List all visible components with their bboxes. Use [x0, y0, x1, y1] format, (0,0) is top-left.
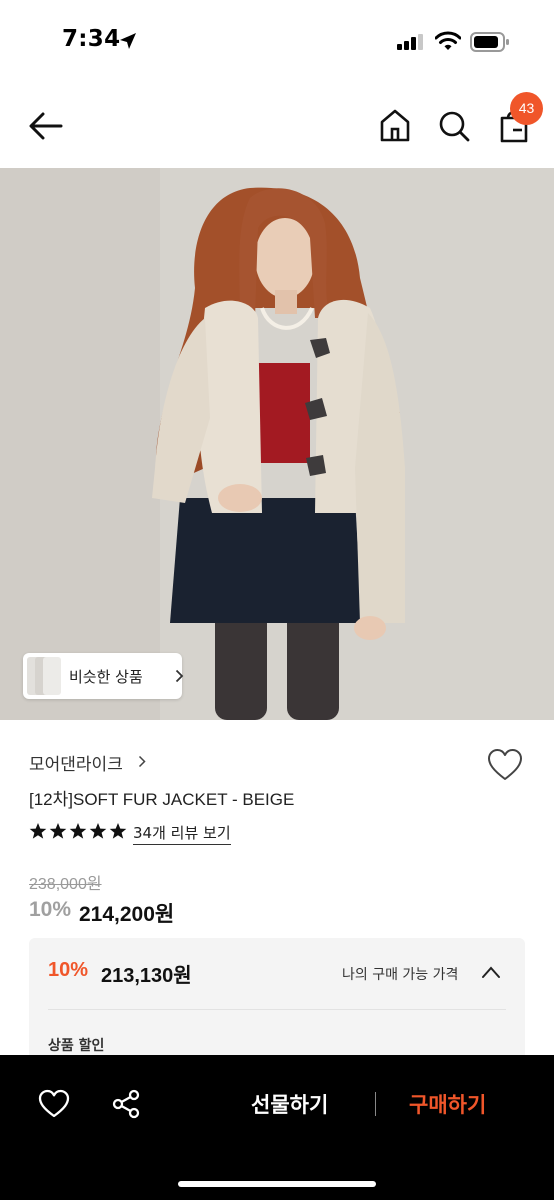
my-discount-rate: 10%	[48, 959, 89, 981]
bottom-action-bar: 선물하기 구매하기	[0, 1055, 554, 1200]
status-time: 7:34	[62, 26, 121, 52]
discount-rate: 10%	[29, 898, 72, 921]
star-icon	[109, 823, 127, 839]
back-arrow-icon[interactable]	[26, 108, 66, 144]
original-price: 238,000원	[29, 876, 102, 893]
divider	[375, 1092, 376, 1116]
wifi-icon	[435, 31, 461, 50]
cellular-signal-icon	[397, 34, 423, 50]
product-image[interactable]: 비슷한 상품	[0, 168, 554, 720]
share-icon[interactable]	[111, 1089, 141, 1119]
wishlist-heart-icon[interactable]	[487, 748, 523, 782]
my-price-box: 10% 213,130원 나의 구매 가능 가격 상품 할인	[29, 938, 525, 1068]
similar-products-button[interactable]: 비슷한 상품	[23, 653, 184, 699]
divider	[48, 1009, 506, 1010]
product-discount-label: 상품 할인	[48, 1038, 105, 1054]
cart-count-badge: 43	[510, 92, 543, 125]
star-icon	[89, 823, 107, 839]
brand-link[interactable]: 모어댄라이크	[29, 750, 123, 775]
chevron-right-icon[interactable]	[138, 755, 146, 768]
similar-products-label: 비슷한 상품	[69, 668, 143, 686]
sale-price: 214,200원	[79, 903, 175, 926]
buy-button[interactable]: 구매하기	[409, 1089, 486, 1119]
heart-icon[interactable]	[38, 1089, 70, 1119]
status-bar: 7:34	[0, 0, 554, 84]
my-price: 213,130원	[101, 965, 192, 987]
gift-button[interactable]: 선물하기	[251, 1089, 328, 1119]
chevron-right-icon	[175, 669, 184, 683]
chevron-up-icon[interactable]	[481, 965, 501, 979]
top-nav: 43	[0, 84, 554, 168]
battery-icon	[470, 32, 509, 52]
similar-thumbnails-icon	[27, 657, 61, 695]
review-link[interactable]: 34개 리뷰 보기	[133, 822, 231, 845]
product-title: [12차]SOFT FUR JACKET - BEIGE	[29, 790, 295, 809]
model-photo	[0, 168, 554, 720]
home-indicator[interactable]	[178, 1181, 376, 1187]
rating-stars	[29, 823, 127, 839]
star-icon	[29, 823, 47, 839]
star-icon	[69, 823, 87, 839]
search-icon[interactable]	[435, 106, 473, 146]
location-arrow-icon	[120, 33, 136, 49]
star-icon	[49, 823, 67, 839]
my-price-toggle-label[interactable]: 나의 구매 가능 가격	[342, 964, 458, 984]
home-icon[interactable]	[376, 106, 414, 146]
